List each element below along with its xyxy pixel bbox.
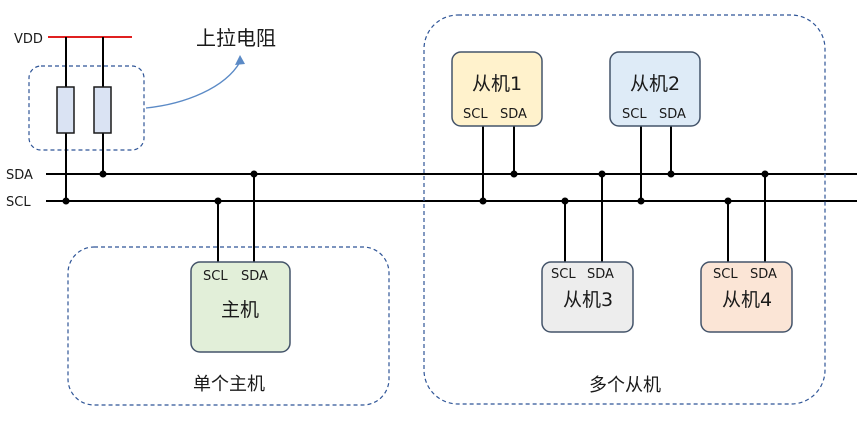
vdd-label: VDD [14,32,43,47]
junction-dot [479,197,487,205]
slave3-name: 从机3 [563,289,613,311]
master-group-label: 单个主机 [193,374,265,395]
junction-dot [62,197,70,205]
junction-dot [761,170,769,178]
slave-group-label: 多个从机 [589,375,661,396]
pullup-group [28,65,145,151]
slave4-name: 从机4 [722,289,772,311]
i2c-bus-diagram: VDD 上拉电阻 SDA SCL SCL SDA 主机 单个主机 从机1 SCL… [6,14,857,406]
junction-dot [598,170,606,178]
slave2-sda-label: SDA [659,107,686,122]
slave2-scl-label: SCL [622,107,647,122]
master-name: 主机 [221,299,259,321]
slave1-name: 从机1 [472,73,522,95]
junction-dot [510,170,518,178]
slave3-scl-label: SCL [551,267,576,282]
junction-dot [637,197,645,205]
slave1-sda-label: SDA [500,107,527,122]
pullup-arrowhead [235,55,245,65]
pullup-label: 上拉电阻 [196,26,276,50]
slave1-scl-label: SCL [463,107,488,122]
master-scl-label: SCL [203,269,228,284]
junction-dot [214,197,222,205]
junction-dot [561,197,569,205]
sda-bus-label: SDA [6,168,33,183]
resistor-scl [56,86,75,134]
pullup-arrow [145,61,241,109]
slave2-name: 从机2 [630,73,680,95]
slave4-scl-label: SCL [713,267,738,282]
junction-dot [667,170,675,178]
junction-dot [99,170,107,178]
resistor-sda [93,86,112,134]
slave4-sda-label: SDA [750,267,777,282]
junction-dot [250,170,258,178]
junction-dot [724,197,732,205]
slave3-sda-label: SDA [587,267,614,282]
scl-bus-label: SCL [6,195,31,210]
master-sda-label: SDA [241,269,268,284]
